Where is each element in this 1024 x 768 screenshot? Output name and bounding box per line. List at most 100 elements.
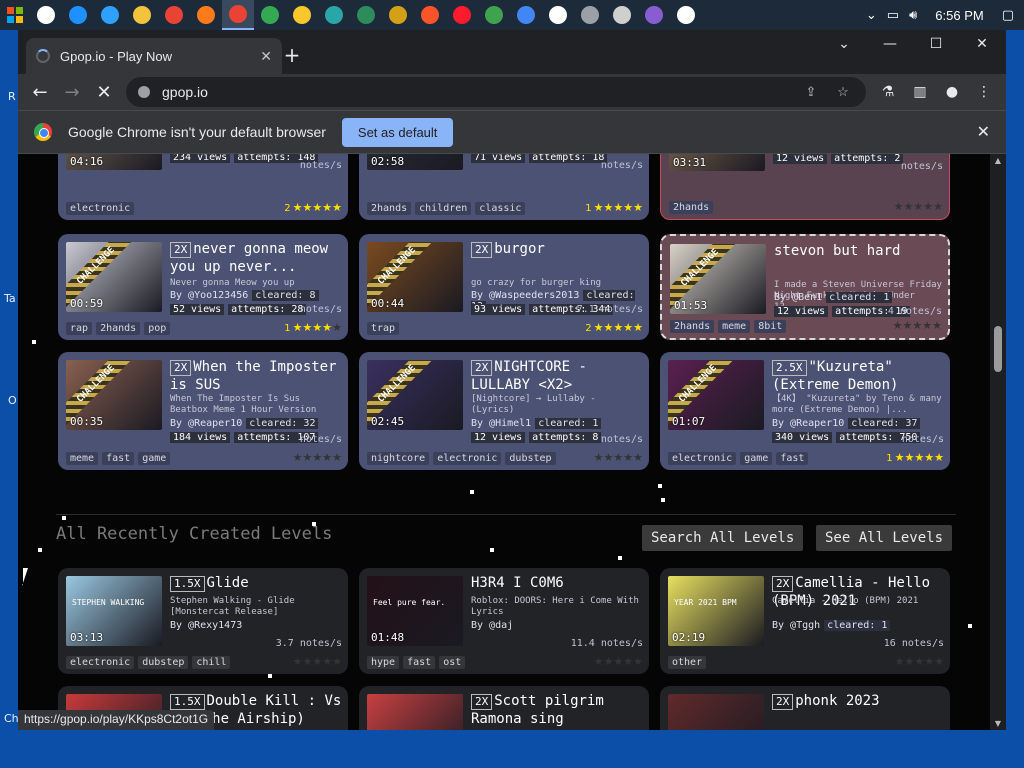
level-thumbnail[interactable]: CHALLENGE 00:59 [66,242,162,312]
tag-chip[interactable]: hype [367,656,400,669]
level-title[interactable]: stevon but hard [774,243,900,259]
tag-chip[interactable]: children [415,202,472,215]
chrome-active-icon[interactable] [222,0,254,30]
level-card[interactable]: 04:16(Legendado)By @Himel1cleared: 5234 … [58,154,348,220]
tag-chip[interactable]: trap [367,322,400,335]
close-tab-icon[interactable]: ✕ [260,48,272,65]
notification-icon[interactable]: ▢ [1002,8,1014,23]
level-card[interactable]: 2X Scott pilgrim Ramona sing [359,686,649,730]
see-all-levels-button[interactable]: See All Levels [816,525,953,551]
tag-chip[interactable]: 2hands [670,320,715,333]
chevron-up-icon[interactable]: ⌄ [866,8,877,23]
tab-search-icon[interactable]: ⌄ [824,36,864,52]
tag-chip[interactable]: dubstep [138,656,189,669]
tag-chip[interactable]: nightcore [367,452,430,465]
edge-canary-icon[interactable] [382,0,414,30]
level-thumbnail[interactable]: CHALLENGE 01:07 [668,360,764,430]
level-title[interactable]: burgor [494,241,545,257]
author-name[interactable]: By @Ben1 [774,292,822,303]
scroll-down-icon[interactable]: ▼ [990,719,1006,728]
level-thumbnail[interactable]: 03:31 [669,154,765,171]
tag-chip[interactable]: game [138,452,171,465]
tag-chip[interactable]: meme [66,452,99,465]
level-thumbnail[interactable]: CHALLENGE 00:35 [66,360,162,430]
level-card[interactable]: CHALLENGE 00:44 2X burgor go crazy for burge… [359,234,649,340]
level-thumbnail[interactable] [367,694,463,730]
author-name[interactable]: By @Rexy1473 [170,620,242,631]
tag-chip[interactable]: 8bit [754,320,787,333]
chromium-icon[interactable] [478,0,510,30]
tag-chip[interactable]: meme [718,320,751,333]
tag-chip[interactable]: classic [475,202,526,215]
tag-chip[interactable]: 2hands [367,202,412,215]
tag-chip[interactable]: electronic [66,656,135,669]
settings-icon[interactable] [670,0,702,30]
level-title[interactable]: When the Imposter is SUS [170,359,337,393]
scrollbar-thumb[interactable] [994,326,1002,372]
chrome-icon[interactable] [254,0,286,30]
new-tab-button[interactable]: + [278,42,306,70]
forward-button[interactable]: → [56,76,88,108]
side-panel-icon[interactable]: ▥ [904,84,936,100]
tag-chip[interactable]: 2hands [96,322,141,335]
level-card[interactable]: Feel pure fear. 01:48 H3R4 I C0M6 Roblox: D… [359,568,649,674]
profile-avatar-icon[interactable]: ● [936,84,968,100]
search-icon[interactable] [30,0,62,30]
stop-loading-button[interactable]: ✕ [88,76,120,108]
level-card[interactable]: CHALLENGE 01:07 2.5X "Kuzureta" (Extreme De… [660,352,950,470]
level-title[interactable]: H3R4 I C0M6 [471,575,564,591]
tag-chip[interactable]: pop [144,322,171,335]
author-name[interactable]: By @daj [471,620,513,631]
author-name[interactable]: By @Himel1 [471,418,531,429]
visual-studio-icon[interactable] [638,0,670,30]
level-card[interactable]: 2Xphonk 2023Phonk music that makes you f… [660,686,950,730]
level-thumbnail[interactable]: CHALLENGE 00:44 [367,242,463,312]
maximize-button[interactable]: ☐ [916,36,956,52]
bookmark-star-icon[interactable]: ☆ [832,84,854,100]
level-thumbnail[interactable]: 02:58 [367,154,463,170]
close-infobar-icon[interactable]: ✕ [977,122,990,142]
level-card[interactable]: STEPHEN WALKING 03:13 1.5X Glide Stephen Wal… [58,568,348,674]
tag-chip[interactable]: chill [192,656,231,669]
browser-tab[interactable]: Gpop.io - Play Now ✕ [26,38,282,74]
terminal-icon[interactable] [606,0,638,30]
address-bar[interactable]: gpop.io ⇪ ☆ [126,77,866,107]
edge-icon[interactable] [62,0,94,30]
level-title[interactable]: Glide [207,575,249,591]
labs-flask-icon[interactable]: ⚗ [872,84,904,100]
level-card[interactable]: 02:58Song by Griffinilla (2018 REMAKE)By… [359,154,649,220]
tag-chip[interactable]: electronic [433,452,502,465]
author-name[interactable]: By @Waspeeders2013 [471,290,579,301]
author-name[interactable]: By @Reaper10 [170,418,242,429]
level-thumbnail[interactable]: Feel pure fear. 01:48 [367,576,463,646]
level-card[interactable]: CHALLENGE 00:35 2X When the Imposter is SUS… [58,352,348,470]
tag-chip[interactable]: ost [439,656,466,669]
level-card[interactable]: CHALLENGE 01:53 stevon but hard I made a St… [660,234,950,340]
opera-icon[interactable] [446,0,478,30]
tag-chip[interactable]: game [740,452,773,465]
level-card[interactable]: CHALLENGE 02:45 2X NIGHTCORE - LULLABY <X2>… [359,352,649,470]
tag-chip[interactable]: electronic [66,202,135,215]
level-thumbnail[interactable]: CHALLENGE 02:45 [367,360,463,430]
page-viewport[interactable]: 04:16(Legendado)By @Himel1cleared: 5234 … [18,154,1006,730]
menu-kebab-icon[interactable]: ⋮ [968,84,1000,100]
share-icon[interactable]: ⇪ [800,84,822,100]
tag-chip[interactable]: fast [102,452,135,465]
edge-icon[interactable] [94,0,126,30]
level-title[interactable]: phonk 2023 [795,693,879,709]
tag-chip[interactable]: fast [403,656,436,669]
site-info-icon[interactable] [138,86,150,98]
tag-chip[interactable]: other [668,656,707,669]
search-all-levels-button[interactable]: Search All Levels [642,525,804,551]
edge-beta-icon[interactable] [318,0,350,30]
level-thumbnail[interactable] [668,694,764,730]
tag-chip[interactable]: rap [66,322,93,335]
minimize-button[interactable]: — [870,36,910,52]
coin-icon[interactable] [286,0,318,30]
url-text[interactable]: gpop.io [162,84,790,100]
file-explorer-icon[interactable] [126,0,158,30]
network-icon[interactable]: ▭ [887,8,899,23]
taskbar-clock[interactable]: 6:56 PM [935,8,983,23]
close-window-button[interactable]: ✕ [962,36,1002,52]
chrome-icon[interactable] [510,0,542,30]
